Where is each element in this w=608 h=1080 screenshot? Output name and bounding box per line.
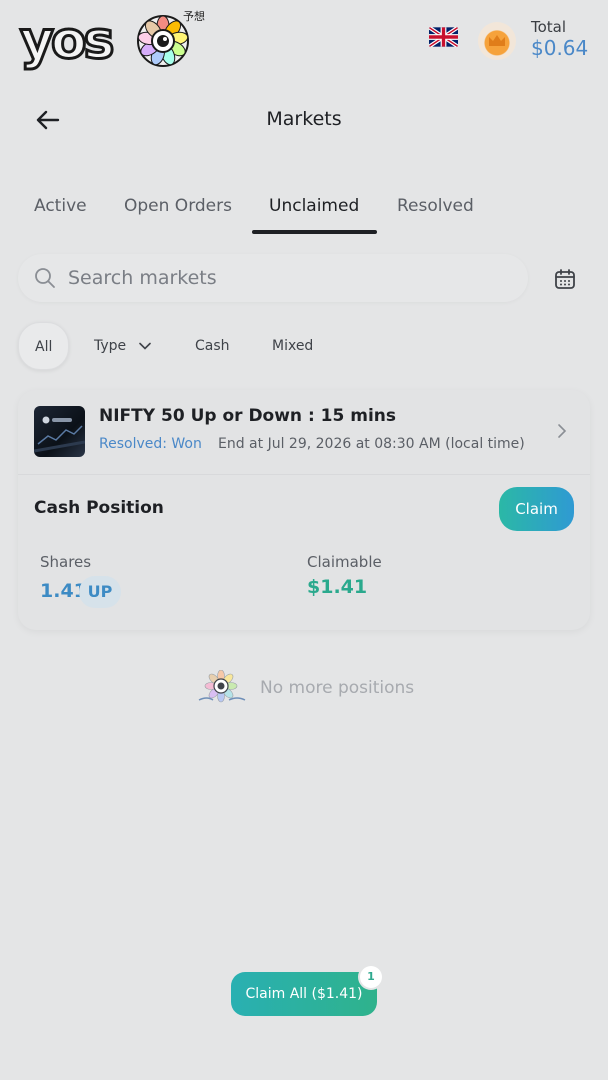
claim-count-badge: 1 xyxy=(360,966,382,988)
market-status: Resolved: Won xyxy=(99,436,202,452)
calendar-icon[interactable] xyxy=(553,267,577,291)
market-title: NIFTY 50 Up or Down : 15 mins xyxy=(99,406,397,426)
app-logo[interactable]: yos 予想 xyxy=(19,6,215,74)
search-input[interactable] xyxy=(68,262,508,294)
filter-all[interactable]: All xyxy=(18,322,70,370)
uk-flag-icon[interactable] xyxy=(429,27,458,47)
tab-active[interactable]: Active xyxy=(34,196,87,216)
position-card: NIFTY 50 Up or Down : 15 mins Resolved: … xyxy=(18,390,590,630)
crown-coin-icon[interactable] xyxy=(478,22,516,60)
empty-state-text: No more positions xyxy=(260,678,415,698)
filter-cash[interactable]: Cash xyxy=(195,322,230,370)
market-thumbnail xyxy=(34,406,85,457)
logo-kanji: 予想 xyxy=(183,10,205,23)
tab-open-orders[interactable]: Open Orders xyxy=(124,196,232,216)
position-title: Cash Position xyxy=(34,498,164,518)
chevron-down-icon xyxy=(138,342,151,350)
total-label: Total xyxy=(531,18,567,36)
page-title: Markets xyxy=(266,108,342,130)
tab-unclaimed[interactable]: Unclaimed xyxy=(269,196,359,216)
filter-type[interactable]: Type xyxy=(94,322,151,370)
empty-state: No more positions xyxy=(0,670,608,710)
total-balance: $0.64 xyxy=(531,36,589,60)
market-row[interactable]: NIFTY 50 Up or Down : 15 mins Resolved: … xyxy=(18,390,590,472)
claimable-value: $1.41 xyxy=(307,576,368,598)
logo-text: yos xyxy=(19,11,117,72)
search-icon xyxy=(35,268,55,288)
card-divider xyxy=(18,474,590,475)
market-tabs: Active Open Orders Unclaimed Resolved xyxy=(0,196,608,240)
search-bar[interactable] xyxy=(18,254,528,302)
app-header: yos 予想 Total $0.64 xyxy=(0,0,608,80)
page-topbar: Markets xyxy=(0,100,608,140)
market-end-time: End at Jul 29, 2026 at 08:30 AM (local t… xyxy=(218,436,525,452)
claimable-label: Claimable xyxy=(307,553,382,571)
filter-type-label: Type xyxy=(94,338,127,354)
tab-resolved[interactable]: Resolved xyxy=(397,196,474,216)
outcome-badge: UP xyxy=(79,576,121,608)
shares-label: Shares xyxy=(40,553,92,571)
claim-button[interactable]: Claim xyxy=(499,487,574,531)
chevron-right-icon xyxy=(558,424,567,438)
flower-eye-icon xyxy=(137,15,189,67)
filter-chips: All Type Cash Mixed xyxy=(0,322,608,372)
active-tab-indicator xyxy=(252,230,377,234)
claim-all-button[interactable]: Claim All ($1.41) xyxy=(231,972,377,1016)
mascot-icon xyxy=(198,670,246,703)
filter-mixed[interactable]: Mixed xyxy=(272,322,313,370)
